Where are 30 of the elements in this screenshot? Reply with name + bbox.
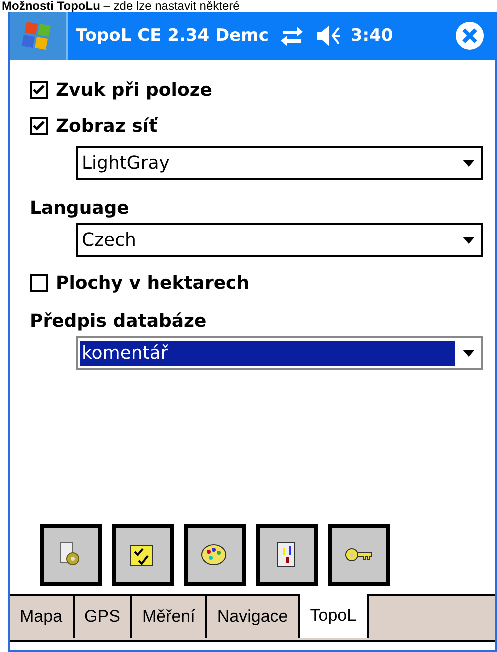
toolbar-button[interactable] [328, 524, 390, 586]
dropdown-value: komentář [80, 340, 455, 366]
caret-icon [463, 350, 475, 356]
dropdown[interactable]: Czech [76, 223, 483, 257]
dropdown[interactable]: LightGray [76, 146, 483, 180]
checkbox[interactable] [30, 274, 48, 292]
dropdown-value: Czech [81, 228, 138, 252]
toolbar-button[interactable] [184, 524, 246, 586]
window-title: TopoL CE 2.34 Demc [76, 26, 269, 46]
field-label: Language [30, 197, 130, 219]
checkbox[interactable] [30, 117, 48, 135]
checkbox-label[interactable]: Zvuk při poloze [56, 80, 213, 100]
field-label: Předpis databáze [30, 310, 208, 332]
close-icon[interactable] [455, 21, 485, 51]
toolbar-button[interactable] [40, 524, 102, 586]
checkbox-label[interactable]: Plochy v hektarech [56, 272, 250, 294]
start-button[interactable] [10, 12, 68, 60]
toolbar-button[interactable] [256, 524, 318, 586]
toolbar-button[interactable] [112, 524, 174, 586]
speaker-icon[interactable] [314, 25, 343, 47]
caret-icon [463, 160, 475, 166]
tab[interactable]: TopoL [300, 594, 369, 638]
dropdown[interactable]: komentář [76, 336, 483, 370]
clock-text[interactable]: 3:40 [350, 26, 394, 46]
connectivity-icon[interactable] [278, 25, 305, 47]
caret-icon [463, 236, 475, 244]
dropdown-value: LightGray [81, 152, 171, 176]
checkbox[interactable] [30, 81, 48, 99]
caption-text: Možnosti TopoLu – zde lze nastavit některé [1, 0, 241, 12]
checkbox-label[interactable]: Zobraz síť [56, 116, 158, 136]
